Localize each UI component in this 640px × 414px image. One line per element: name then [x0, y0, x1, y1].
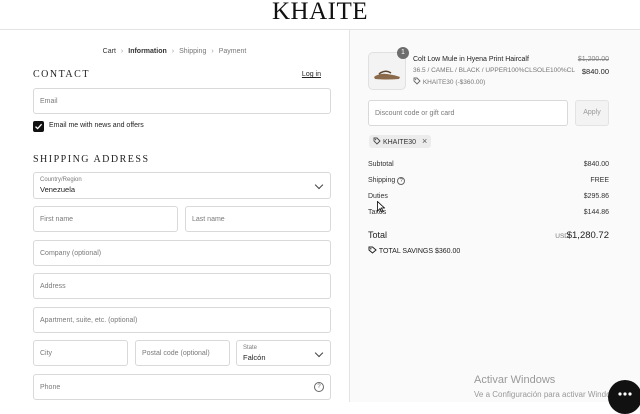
last-name-placeholder: Last name [192, 216, 225, 223]
total-savings: TOTAL SAVINGS $360.00 [368, 246, 460, 255]
duties-value: $295.86 [583, 193, 609, 200]
shipping-value: FREE [590, 177, 609, 184]
breadcrumb-information: Information [128, 48, 167, 55]
chevron-right-icon: › [120, 48, 124, 55]
breadcrumb-cart[interactable]: Cart [103, 48, 116, 55]
subtotal-value: $840.00 [583, 161, 609, 168]
shipping-row-label: Shipping ? [368, 177, 406, 185]
country-select[interactable]: Country/Region Venezuela [33, 172, 331, 199]
country-label: Country/Region [40, 177, 82, 183]
savings-label: TOTAL SAVINGS [378, 248, 434, 255]
phone-field[interactable]: Phone ? [33, 374, 331, 400]
duties-label: Duties [368, 193, 388, 200]
apply-button[interactable]: Apply [575, 100, 609, 126]
help-icon[interactable]: ? [314, 382, 324, 392]
chat-icon [618, 392, 632, 396]
phone-placeholder: Phone [40, 384, 61, 391]
product-discount-text: KHAITE30 (-$360.00) [422, 79, 486, 86]
brand-logo[interactable]: KHAITE [0, 0, 640, 26]
login-link[interactable]: Log in [302, 71, 321, 78]
quantity-badge: 1 [397, 47, 409, 59]
address-placeholder: Address [40, 283, 66, 290]
product-discount: KHAITE30 (-$360.00) [413, 77, 485, 86]
first-name-placeholder: First name [40, 216, 74, 223]
newsletter-checkbox[interactable] [33, 121, 44, 132]
remove-discount-icon[interactable]: × [422, 136, 427, 146]
discount-placeholder: Discount code or gift card [375, 110, 455, 117]
chevron-down-icon [314, 180, 324, 190]
address-field[interactable]: Address [33, 273, 331, 299]
final-price: $840.00 [581, 67, 609, 76]
tag-icon [368, 246, 377, 254]
total-label: Total [368, 230, 388, 240]
contact-heading: Contact [33, 69, 90, 80]
email-placeholder: Email [40, 98, 58, 105]
city-field[interactable]: City [33, 340, 128, 366]
country-value: Venezuela [40, 185, 76, 194]
discount-code-input[interactable]: Discount code or gift card [368, 100, 568, 126]
help-icon[interactable]: ? [397, 177, 406, 185]
header: KHAITE [0, 0, 640, 30]
chat-bubble-button[interactable] [608, 380, 640, 414]
postal-code-placeholder: Postal code (optional) [142, 350, 210, 357]
chevron-down-icon [314, 348, 324, 358]
first-name-field[interactable]: First name [33, 206, 178, 232]
breadcrumb-payment: Payment [218, 48, 247, 55]
tag-icon [373, 137, 381, 145]
chevron-right-icon: › [211, 48, 214, 55]
subtotal-label: Subtotal [368, 161, 394, 168]
city-placeholder: City [40, 350, 53, 357]
total-value: $1,280.72 [566, 230, 609, 241]
savings-value: $360.00 [434, 248, 461, 255]
company-placeholder: Company (optional) [40, 250, 102, 257]
breadcrumb-shipping: Shipping [179, 48, 207, 55]
company-field[interactable]: Company (optional) [33, 240, 331, 266]
state-label: State [243, 345, 258, 351]
tag-icon [413, 77, 421, 85]
taxes-value: $144.86 [583, 209, 609, 216]
mouse-cursor-icon [377, 201, 385, 213]
applied-discount-chip: KHAITE30 × [369, 135, 432, 148]
windows-activation-subtitle: Ve a Configuración para activar Windows. [474, 390, 623, 399]
apartment-placeholder: Apartment, suite, etc. (optional) [40, 317, 138, 324]
breadcrumb: Cart › Information › Shipping › Payment [0, 48, 349, 55]
apartment-field[interactable]: Apartment, suite, etc. (optional) [33, 307, 331, 333]
chevron-right-icon: › [171, 48, 175, 55]
newsletter-label: Email me with news and offers [49, 122, 144, 129]
state-value: Falcón [243, 353, 266, 362]
email-field[interactable]: Email [33, 88, 331, 114]
applied-code: KHAITE30 [382, 139, 417, 146]
shipping-heading: Shipping address [33, 154, 150, 165]
postal-code-field[interactable]: Postal code (optional) [135, 340, 230, 366]
last-name-field[interactable]: Last name [185, 206, 331, 232]
shipping-label: Shipping [368, 177, 396, 184]
product-name: Colt Low Mule in Hyena Print Haircalf [413, 56, 529, 63]
original-price: $1,200.00 [577, 56, 609, 63]
check-icon [35, 123, 43, 130]
column-divider [349, 30, 350, 402]
product-variant: 36.5 / CAMEL / BLACK / UPPER100%CLSOLE10… [413, 67, 575, 74]
state-select[interactable]: State Falcón [236, 340, 331, 366]
windows-activation-title: Activar Windows [474, 374, 556, 386]
